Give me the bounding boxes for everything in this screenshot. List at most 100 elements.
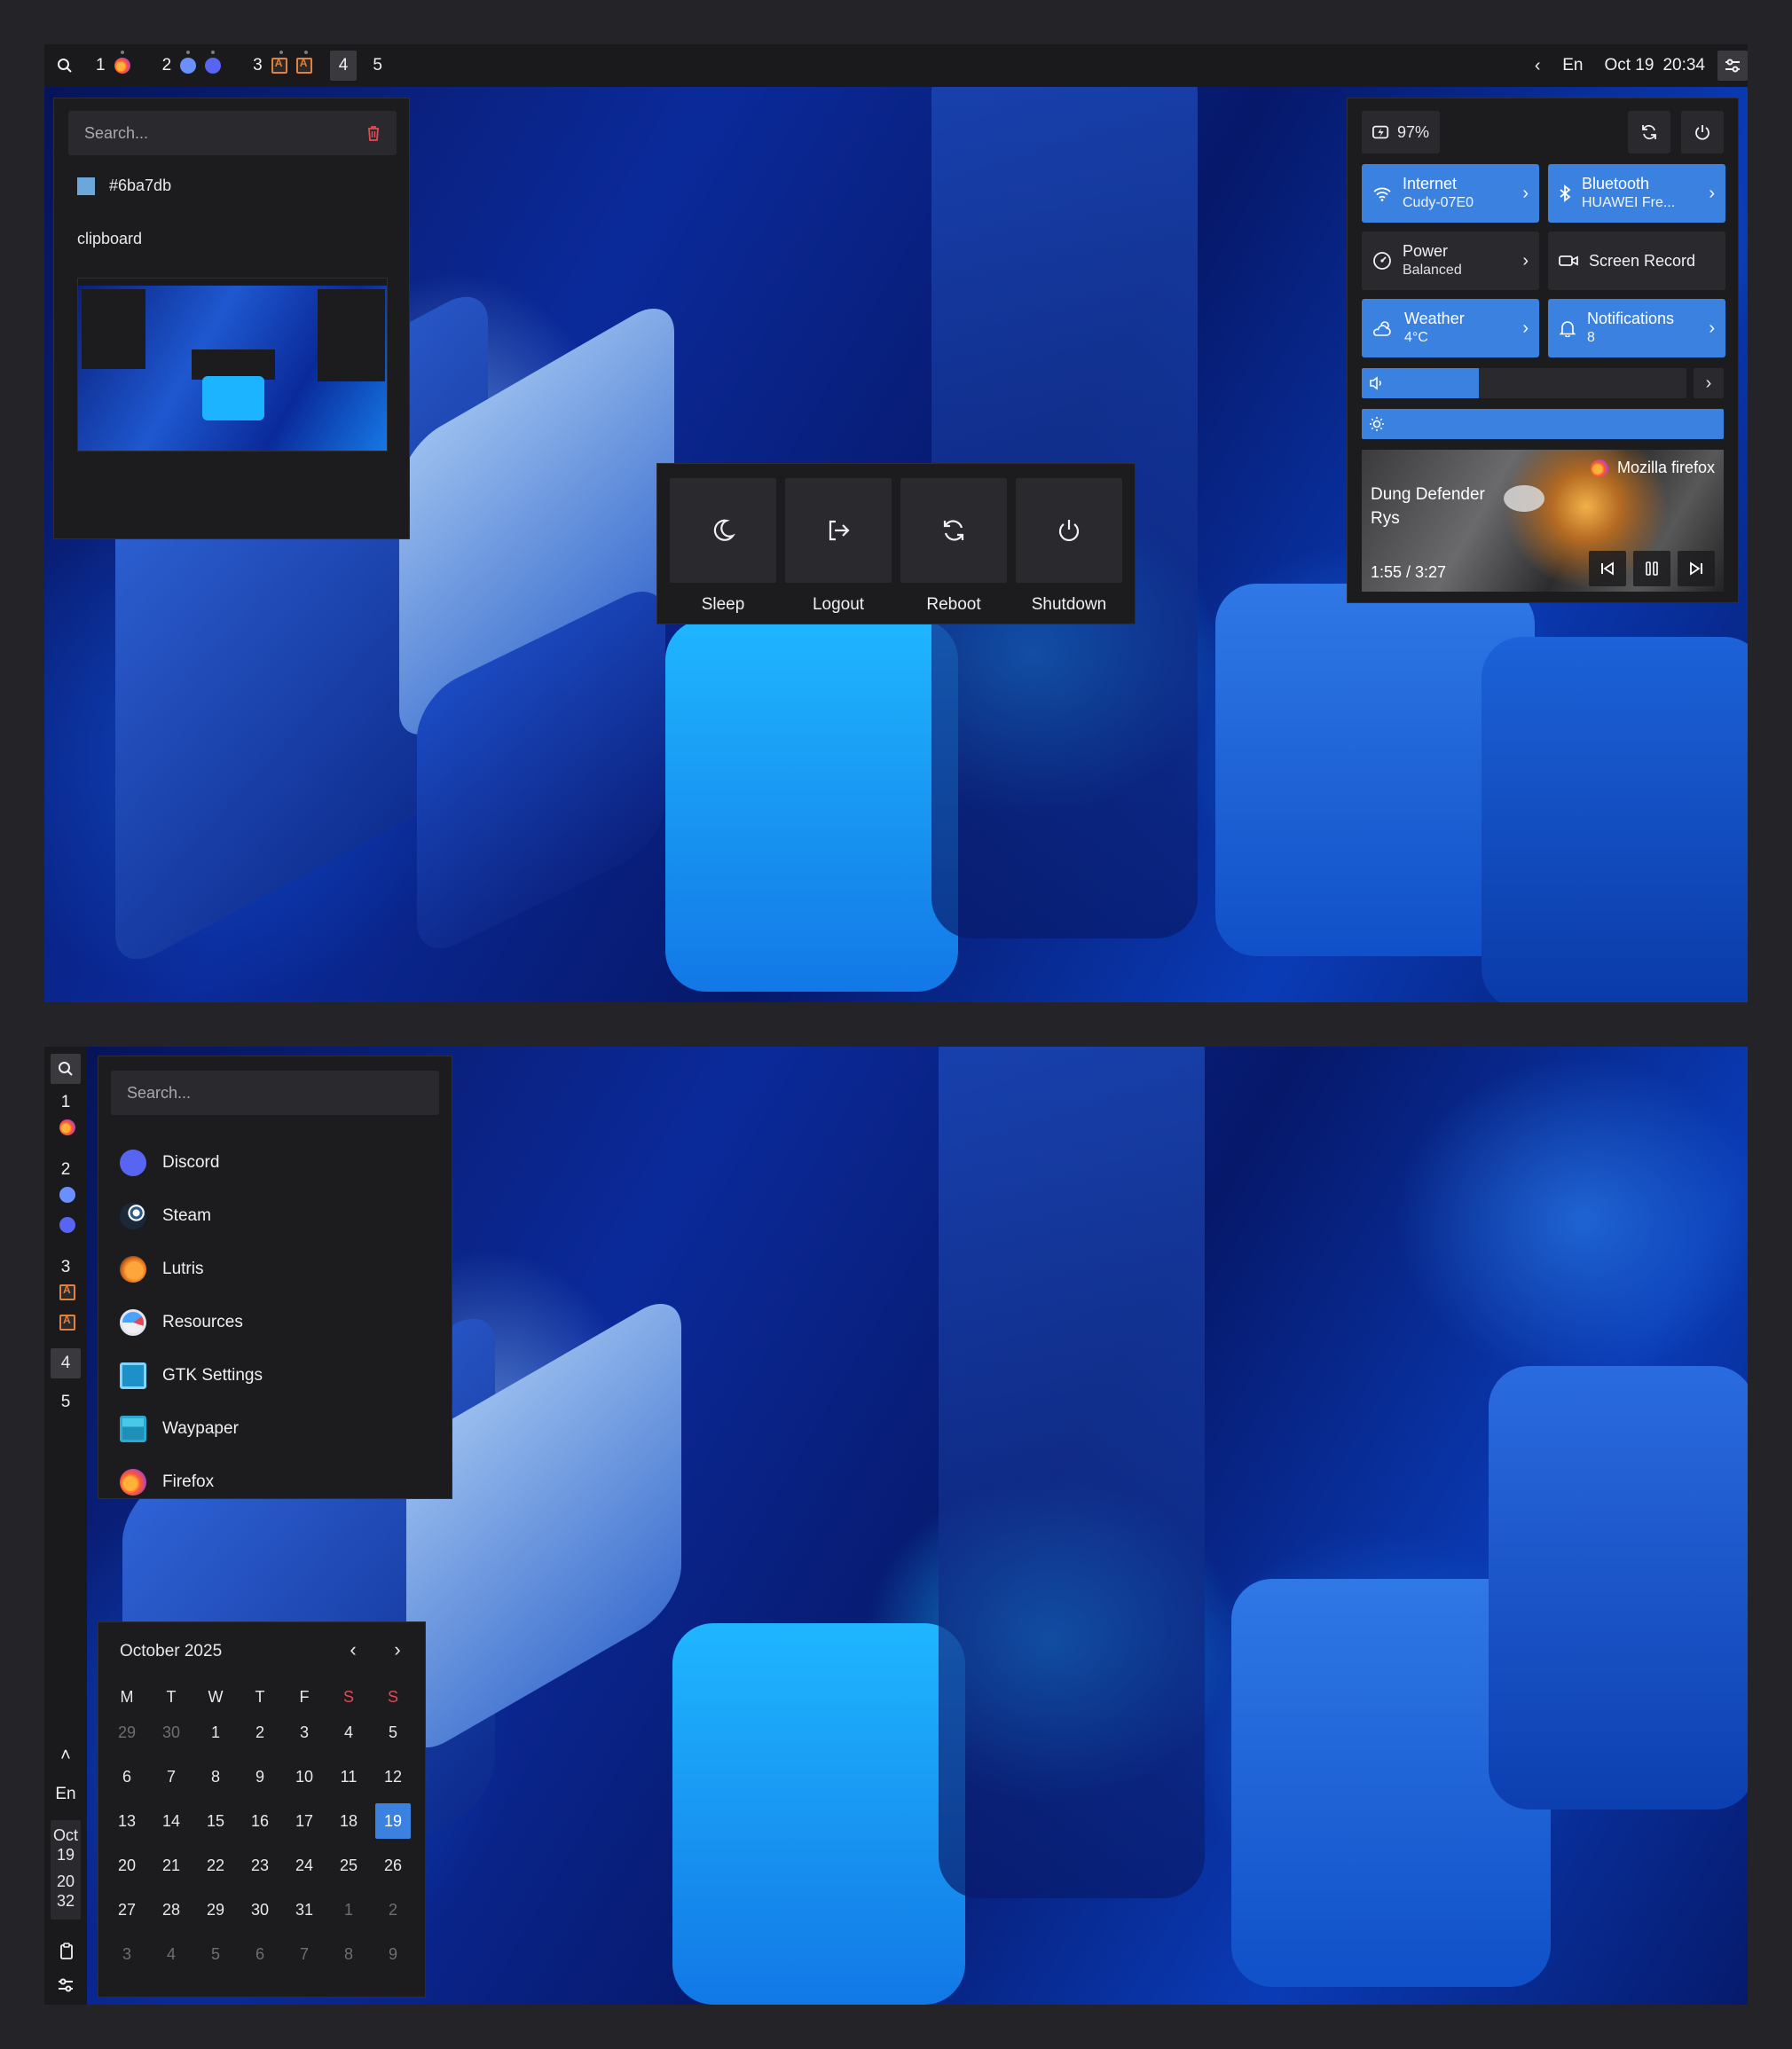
calendar-day[interactable]: 24: [287, 1848, 322, 1883]
chevron-left-icon[interactable]: ‹: [1525, 56, 1550, 76]
clipboard-item-image[interactable]: [77, 278, 388, 451]
workspace-1[interactable]: 1: [44, 1093, 87, 1112]
weather-tile[interactable]: Weather 4°C ›: [1362, 299, 1539, 357]
calendar-day[interactable]: 30: [242, 1892, 278, 1927]
workspace-3[interactable]: 3: [246, 51, 319, 81]
clipboard-search-input[interactable]: Search...: [68, 111, 397, 155]
calendar-day[interactable]: 7: [153, 1759, 189, 1794]
calendar-day[interactable]: 4: [331, 1715, 366, 1750]
app-item-lutris[interactable]: Lutris: [120, 1252, 203, 1287]
search-button[interactable]: [51, 1054, 81, 1084]
calendar-day[interactable]: 4: [153, 1936, 189, 1972]
calendar-day[interactable]: 28: [153, 1892, 189, 1927]
shutdown-button[interactable]: [1016, 478, 1122, 583]
date-widget[interactable]: Oct 19 20 32: [51, 1820, 81, 1919]
app-item-discord[interactable]: Discord: [120, 1145, 219, 1181]
clipboard-item-color[interactable]: #6ba7db: [77, 177, 171, 195]
calendar-day[interactable]: 6: [109, 1759, 145, 1794]
calendar-day[interactable]: 16: [242, 1803, 278, 1839]
calendar-day[interactable]: 3: [109, 1936, 145, 1972]
power-profile-tile[interactable]: Power Balanced ›: [1362, 232, 1539, 290]
brightness-slider[interactable]: [1362, 409, 1724, 439]
calendar-day[interactable]: 10: [287, 1759, 322, 1794]
screen-record-tile[interactable]: Screen Record: [1548, 232, 1725, 290]
pause-button[interactable]: [1633, 551, 1670, 586]
trash-icon[interactable]: [366, 125, 381, 141]
workspace-4[interactable]: 4: [51, 1348, 81, 1378]
clock[interactable]: 20:34: [1662, 56, 1705, 75]
workspace-5[interactable]: 5: [365, 51, 389, 81]
refresh-button[interactable]: [1628, 111, 1670, 153]
calendar-day[interactable]: 2: [375, 1892, 411, 1927]
chevron-right-icon[interactable]: ›: [1522, 184, 1529, 204]
workspace-4[interactable]: 4: [329, 51, 358, 81]
calendar-day[interactable]: 5: [375, 1715, 411, 1750]
calendar-day[interactable]: 27: [109, 1892, 145, 1927]
keyboard-layout[interactable]: En: [1562, 56, 1583, 75]
workspace-5[interactable]: 5: [44, 1393, 87, 1412]
sleep-button[interactable]: [670, 478, 776, 583]
reboot-button[interactable]: [900, 478, 1007, 583]
workspace-2[interactable]: 2: [155, 51, 229, 81]
calendar-day[interactable]: 6: [242, 1936, 278, 1972]
calendar-day[interactable]: 22: [198, 1848, 233, 1883]
calendar-day[interactable]: 17: [287, 1803, 322, 1839]
launcher-search-input[interactable]: Search...: [111, 1071, 439, 1115]
bluetooth-tile[interactable]: Bluetooth HUAWEI Fre... ›: [1548, 164, 1725, 223]
calendar-day[interactable]: 29: [109, 1715, 145, 1750]
calendar-day[interactable]: 8: [331, 1936, 366, 1972]
notifications-tile[interactable]: Notifications 8 ›: [1548, 299, 1725, 357]
date[interactable]: Oct 19: [1604, 56, 1654, 75]
calendar-day[interactable]: 26: [375, 1848, 411, 1883]
chevron-right-icon[interactable]: ›: [1709, 184, 1715, 204]
calendar-day[interactable]: 23: [242, 1848, 278, 1883]
calendar-day[interactable]: 30: [153, 1715, 189, 1750]
internet-tile[interactable]: Internet Cudy-07E0 ›: [1362, 164, 1539, 223]
chevron-up-icon[interactable]: ˄: [44, 1746, 87, 1766]
power-button[interactable]: [1681, 111, 1724, 153]
app-item-steam[interactable]: Steam: [120, 1198, 211, 1234]
calendar-day[interactable]: 20: [109, 1848, 145, 1883]
calendar-day[interactable]: 25: [331, 1848, 366, 1883]
clipboard-icon[interactable]: [59, 1943, 74, 1960]
workspace-3[interactable]: 3: [44, 1258, 87, 1277]
calendar-day[interactable]: 1: [331, 1892, 366, 1927]
calendar-day[interactable]: 29: [198, 1892, 233, 1927]
calendar-day[interactable]: 11: [331, 1759, 366, 1794]
calendar-day[interactable]: 31: [287, 1892, 322, 1927]
search-icon[interactable]: [44, 58, 85, 74]
calendar-day[interactable]: 9: [375, 1936, 411, 1972]
calendar-day[interactable]: 14: [153, 1803, 189, 1839]
calendar-day[interactable]: 2: [242, 1715, 278, 1750]
battery-indicator[interactable]: 97%: [1362, 111, 1440, 153]
calendar-day[interactable]: 1: [198, 1715, 233, 1750]
calendar-day[interactable]: 19: [375, 1803, 411, 1839]
app-item-resources[interactable]: Resources: [120, 1305, 243, 1340]
volume-expand-button[interactable]: ›: [1694, 368, 1724, 398]
chevron-right-icon[interactable]: ›: [1522, 251, 1529, 271]
app-item-gtk-settings[interactable]: GTK Settings: [120, 1358, 263, 1393]
previous-month-button[interactable]: ‹: [340, 1637, 366, 1663]
calendar-day[interactable]: 7: [287, 1936, 322, 1972]
calendar-day[interactable]: 8: [198, 1759, 233, 1794]
settings-toggle-icon[interactable]: [58, 1978, 74, 1992]
workspace-2[interactable]: 2: [44, 1160, 87, 1180]
calendar-day[interactable]: 15: [198, 1803, 233, 1839]
workspace-1[interactable]: 1: [89, 51, 138, 81]
app-item-firefox[interactable]: Firefox: [120, 1464, 214, 1500]
calendar-day[interactable]: 18: [331, 1803, 366, 1839]
chevron-right-icon[interactable]: ›: [1522, 318, 1529, 339]
app-item-waypaper[interactable]: Waypaper: [120, 1411, 239, 1447]
chevron-right-icon[interactable]: ›: [1709, 318, 1715, 339]
calendar-day[interactable]: 5: [198, 1936, 233, 1972]
logout-button[interactable]: [785, 478, 892, 583]
calendar-day[interactable]: 12: [375, 1759, 411, 1794]
next-button[interactable]: [1678, 551, 1715, 586]
calendar-day[interactable]: 3: [287, 1715, 322, 1750]
calendar-day[interactable]: 13: [109, 1803, 145, 1839]
settings-toggle-icon[interactable]: [1717, 51, 1748, 81]
next-month-button[interactable]: ›: [384, 1637, 411, 1663]
calendar-day[interactable]: 21: [153, 1848, 189, 1883]
clipboard-item-text[interactable]: clipboard: [77, 230, 142, 248]
keyboard-layout[interactable]: En: [44, 1785, 87, 1804]
